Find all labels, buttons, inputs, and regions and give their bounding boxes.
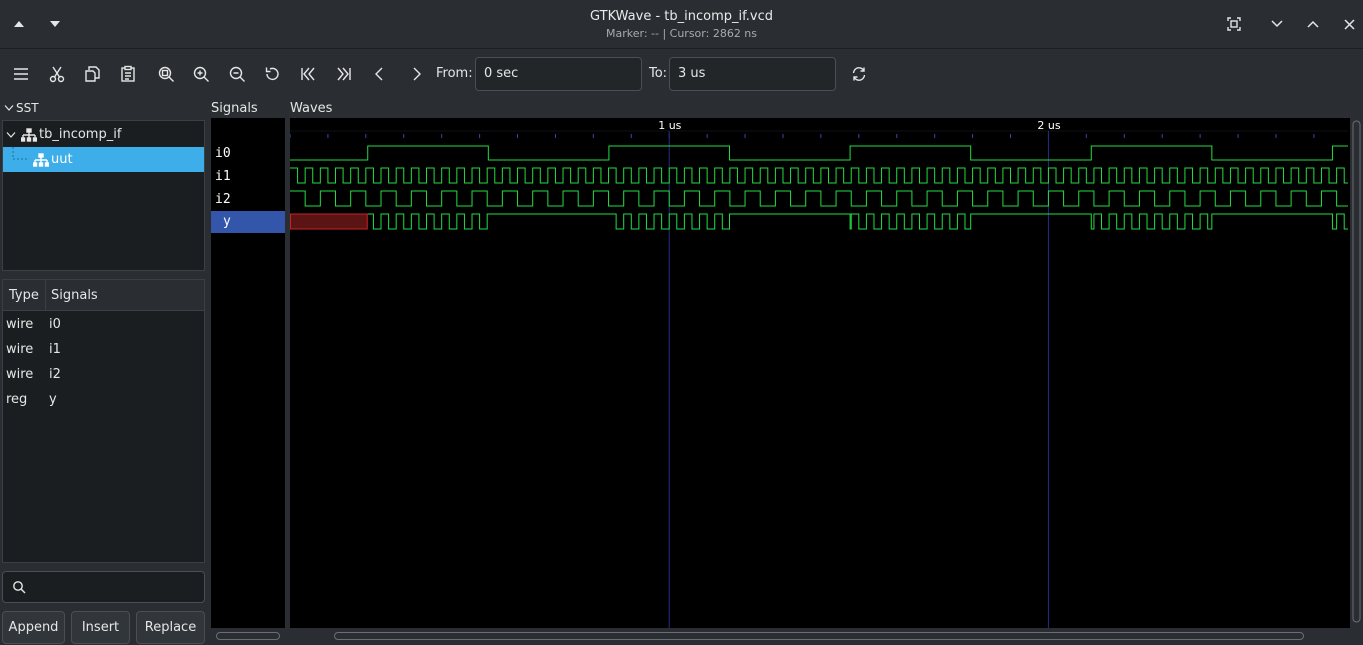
sst-header[interactable]: SST	[4, 99, 39, 117]
signal-label: i1	[215, 169, 231, 184]
tree-item-label: tb_incomp_if	[39, 127, 122, 142]
table-row[interactable]: reg y	[3, 387, 204, 412]
table-header: Type Signals	[3, 280, 204, 311]
hierarchy-tree: tb_incomp_if uut	[2, 120, 205, 271]
copy-icon[interactable]	[79, 61, 105, 87]
close-icon[interactable]	[1335, 10, 1363, 38]
signals-horizontal-scrollbar[interactable]	[216, 632, 280, 640]
reload-icon[interactable]	[846, 61, 872, 87]
waves-pane-label: Waves	[290, 101, 333, 116]
signal-name: i2	[49, 367, 61, 382]
signal-type: wire	[6, 342, 34, 357]
module-icon	[21, 127, 37, 142]
waves-pane[interactable]: 1 us 2 us	[289, 118, 1350, 628]
table-row[interactable]: wire i2	[3, 362, 204, 387]
tree-item-tb-incomp-if[interactable]: tb_incomp_if	[3, 122, 204, 147]
replace-button[interactable]: Replace	[136, 611, 205, 644]
signal-label: y	[223, 214, 231, 229]
window-title: GTKWave - tb_incomp_if.vcd	[590, 9, 773, 24]
zoom-out-icon[interactable]	[224, 61, 250, 87]
signal-row-y[interactable]: y	[211, 211, 285, 233]
trace-i0	[290, 145, 1348, 161]
to-label: To:	[649, 66, 668, 81]
trace-i2	[290, 190, 1348, 207]
waves-horizontal-scrollbar[interactable]	[334, 632, 1304, 640]
table-row[interactable]: wire i0	[3, 312, 204, 337]
go-to-start-icon[interactable]	[295, 61, 321, 87]
signal-row-i1[interactable]: i1	[211, 166, 285, 188]
chevron-down-icon	[6, 131, 16, 138]
from-label: From:	[436, 66, 473, 81]
signals-pane: i0 i1 i2 y	[211, 118, 285, 628]
waves-vertical-scrollbar[interactable]	[1352, 120, 1361, 623]
zoom-fit-icon[interactable]	[153, 61, 179, 87]
trace-y	[367, 213, 1348, 230]
zoom-in-icon[interactable]	[188, 61, 214, 87]
column-header-type[interactable]: Type	[9, 288, 39, 303]
cut-icon[interactable]	[44, 61, 70, 87]
trace-y-unknown	[290, 213, 368, 230]
time-label: 2 us	[1037, 119, 1060, 132]
signal-label: i2	[215, 192, 231, 207]
time-label: 1 us	[658, 119, 681, 132]
search-input[interactable]	[2, 571, 205, 603]
signal-name: i1	[49, 342, 61, 357]
signal-type: wire	[6, 317, 34, 332]
waveform-canvas[interactable]: 1 us 2 us	[289, 118, 1350, 628]
next-icon[interactable]	[403, 61, 429, 87]
signals-pane-label: Signals	[211, 101, 258, 116]
signal-row-i2[interactable]: i2	[211, 189, 285, 211]
table-row[interactable]: wire i1	[3, 337, 204, 362]
fullscreen-icon[interactable]	[1220, 10, 1248, 38]
signal-row-i0[interactable]: i0	[211, 143, 285, 165]
undo-icon[interactable]	[259, 61, 285, 87]
insert-button[interactable]: Insert	[71, 611, 130, 644]
signal-name: y	[49, 392, 57, 407]
module-icon	[33, 152, 49, 167]
tree-item-uut[interactable]: uut	[3, 147, 204, 172]
sst-label: SST	[16, 101, 39, 115]
append-button[interactable]: Append	[2, 611, 65, 644]
maximize-icon[interactable]	[1299, 10, 1327, 38]
signal-name: i0	[49, 317, 61, 332]
menu-icon[interactable]	[8, 61, 34, 87]
signal-label: i0	[215, 146, 231, 161]
trace-i1	[290, 167, 1348, 184]
from-input[interactable]: 0 sec	[475, 57, 642, 91]
tree-item-label: uut	[51, 152, 73, 167]
minimize-icon[interactable]	[1263, 10, 1291, 38]
column-header-signals[interactable]: Signals	[51, 288, 98, 303]
to-input[interactable]: 3 us	[669, 57, 836, 91]
toolbar: From: 0 sec To: 3 us	[0, 49, 1363, 99]
chevron-down-icon	[4, 105, 14, 111]
window-subtitle: Marker: -- | Cursor: 2862 ns	[605, 27, 758, 40]
go-to-end-icon[interactable]	[331, 61, 357, 87]
paste-icon[interactable]	[115, 61, 141, 87]
tree-branch-icon	[12, 147, 29, 160]
title-bar: GTKWave - tb_incomp_if.vcd Marker: -- | …	[0, 0, 1363, 49]
previous-icon[interactable]	[367, 61, 393, 87]
signal-type: reg	[6, 392, 28, 407]
signal-type: wire	[6, 367, 34, 382]
signals-table: Type Signals wire i0 wire i1 wire i2 reg…	[2, 279, 205, 563]
search-icon	[13, 581, 26, 594]
